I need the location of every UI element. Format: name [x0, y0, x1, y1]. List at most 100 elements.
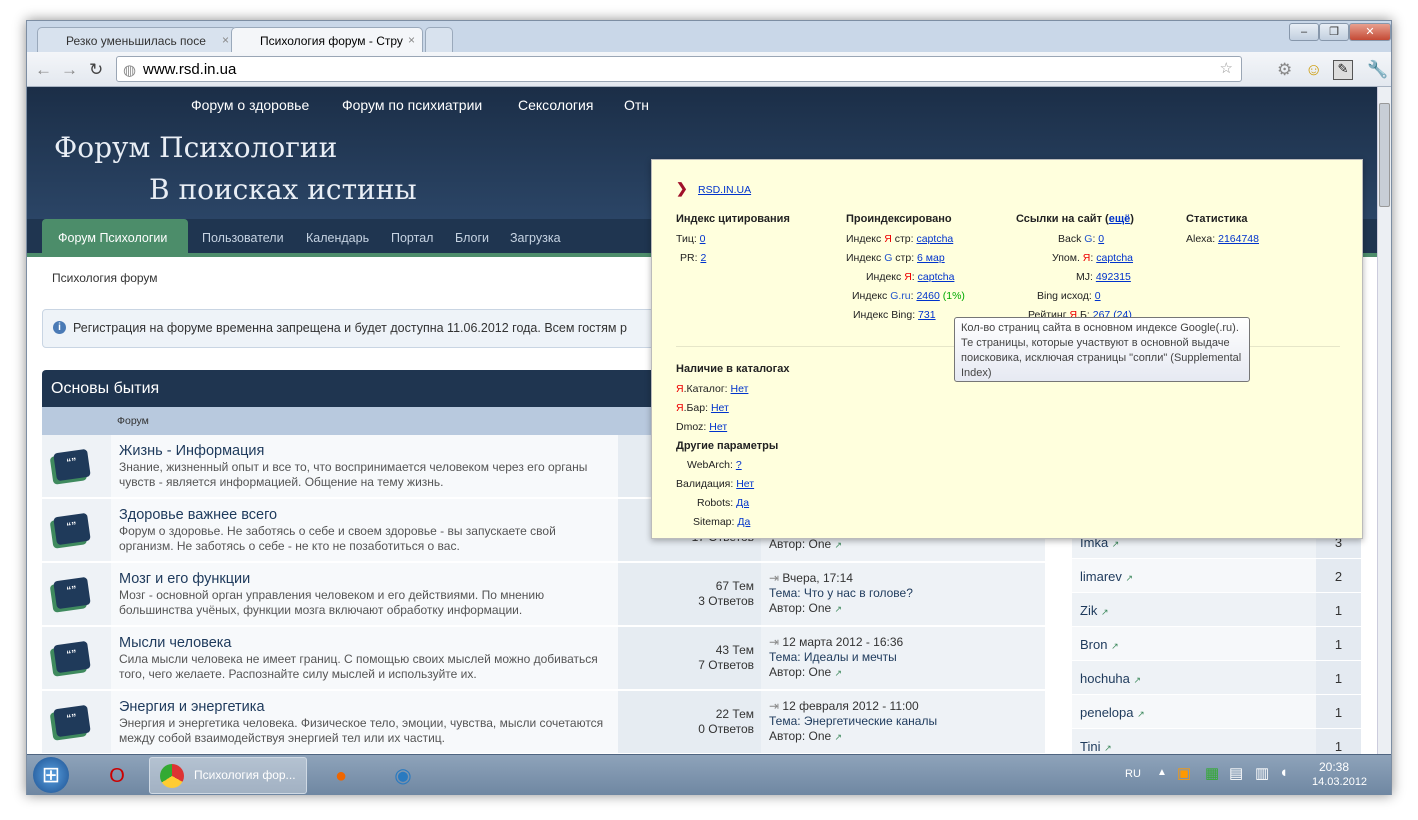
maximize-button[interactable]: ❐	[1319, 23, 1349, 41]
yandex-catalog-value[interactable]: Нет	[731, 383, 749, 395]
forum-name[interactable]: Энергия и энергетика	[119, 699, 610, 715]
rds-extension-icon[interactable]: ✎	[1333, 60, 1353, 80]
yandex-bar-value[interactable]: Нет	[711, 402, 729, 414]
last-post-author[interactable]: Автор: One	[769, 729, 831, 743]
vertical-scrollbar[interactable]	[1377, 87, 1391, 754]
last-post-author[interactable]: Автор: One	[769, 665, 831, 679]
google-ru-value[interactable]: 2460	[916, 290, 939, 302]
external-link-icon: ↗	[1125, 573, 1134, 583]
validation-value[interactable]: Нет	[736, 478, 754, 490]
last-post-author[interactable]: Автор: One	[769, 537, 831, 551]
face-extension-icon[interactable]: ☺	[1305, 60, 1322, 80]
external-link-icon: ↗	[1111, 539, 1120, 549]
user-row: limarev ↗ 2	[1072, 559, 1361, 593]
user-name[interactable]: penelopa	[1080, 705, 1134, 720]
firefox-icon[interactable]: ●	[319, 759, 363, 793]
tab-title: Психология форум - Стру	[260, 34, 403, 48]
network-icon[interactable]: ▥	[1255, 764, 1269, 782]
label: Тиц:	[676, 233, 697, 245]
google-pages-value[interactable]: 6 мар	[917, 252, 945, 264]
last-post-author[interactable]: Автор: One	[769, 601, 831, 615]
topnav-link[interactable]: Сексология	[518, 97, 593, 113]
nav-tab[interactable]: Загрузка	[510, 231, 561, 245]
topnav-link[interactable]: Форум по психиатрии	[342, 97, 482, 113]
user-name[interactable]: Zik	[1080, 603, 1097, 618]
taskbar-label: Психология фор...	[194, 768, 296, 782]
opera-icon[interactable]: O	[95, 759, 139, 793]
close-window-button[interactable]: ✕	[1349, 23, 1391, 41]
user-name[interactable]: hochuha	[1080, 671, 1130, 686]
yandex-pages-value[interactable]: captcha	[916, 233, 953, 245]
close-tab-icon[interactable]: ×	[222, 33, 229, 47]
web-page: Форум о здоровье Форум по психиатрии Сек…	[27, 87, 1377, 754]
alexa-value[interactable]: 2164748	[1218, 233, 1259, 245]
reload-icon[interactable]: ↻	[89, 60, 103, 80]
app-icon[interactable]: ◉	[381, 759, 425, 793]
nav-tab[interactable]: Портал	[391, 231, 433, 245]
back-icon[interactable]: ←	[35, 60, 52, 80]
forum-name[interactable]: Жизнь - Информация	[119, 443, 610, 459]
label: Ссылки на сайт	[1016, 213, 1102, 225]
bing-index-value[interactable]: 731	[918, 309, 936, 321]
forum-name[interactable]: Здоровье важнее всего	[119, 507, 610, 523]
more-link[interactable]: ещё	[1109, 213, 1131, 225]
volume-icon[interactable]: ◖	[1279, 764, 1288, 781]
tray-icon[interactable]: ▤	[1229, 764, 1243, 782]
start-button[interactable]: ⊞	[33, 757, 69, 793]
nav-tab[interactable]: Блоги	[455, 231, 489, 245]
robots-value[interactable]: Да	[736, 497, 749, 509]
goto-icon[interactable]: ⇥	[769, 699, 779, 713]
last-post-topic[interactable]: Тема: Что у нас в голове?	[769, 586, 1037, 601]
user-post-count: 1	[1316, 593, 1361, 626]
backlinks-google-value[interactable]: 0	[1098, 233, 1104, 245]
user-name[interactable]: Tini	[1080, 739, 1100, 754]
forum-name[interactable]: Мозг и его функции	[119, 571, 610, 587]
scrollbar-thumb[interactable]	[1379, 103, 1390, 207]
external-link-icon: ↗	[1133, 675, 1142, 685]
tray-arrow-icon[interactable]: ▲	[1157, 767, 1167, 778]
last-post-topic[interactable]: Тема: Энергетические каналы	[769, 714, 1037, 729]
topnav-link[interactable]: Форум о здоровье	[191, 97, 309, 113]
gear-extension-icon[interactable]: ⚙	[1277, 60, 1292, 80]
wrench-icon[interactable]: 🔧	[1367, 60, 1388, 80]
nav-tab[interactable]: Календарь	[306, 231, 369, 245]
mj-value[interactable]: 492315	[1096, 271, 1131, 283]
tab-active[interactable]: Психология форум - Стру ×	[231, 27, 423, 53]
nav-tab[interactable]: Пользователи	[202, 231, 284, 245]
reply-count: 3 Ответов	[698, 594, 754, 608]
topnav-link[interactable]: Отн	[624, 97, 649, 113]
tray-icon[interactable]: ▣	[1177, 764, 1191, 782]
webarch-value[interactable]: ?	[736, 459, 742, 471]
mentions-value[interactable]: captcha	[1096, 252, 1133, 264]
new-tab-button[interactable]	[425, 27, 453, 53]
goto-icon[interactable]: ⇥	[769, 571, 779, 585]
language-indicator[interactable]: RU	[1125, 768, 1141, 780]
forward-icon[interactable]: →	[61, 60, 78, 80]
forum-name[interactable]: Мысли человека	[119, 635, 610, 651]
pr-value[interactable]: 2	[700, 252, 706, 264]
user-row: Zik ↗ 1	[1072, 593, 1361, 627]
star-icon[interactable]: ☆	[1220, 59, 1233, 77]
site-link[interactable]: RSD.IN.UA	[698, 184, 751, 196]
tab-inactive[interactable]: Резко уменьшилась посе ×	[37, 27, 237, 53]
bing-out-value[interactable]: 0	[1095, 290, 1101, 302]
clock-date[interactable]: 14.03.2012	[1312, 776, 1367, 788]
yandex-index-value[interactable]: captcha	[918, 271, 955, 283]
tic-value[interactable]: 0	[700, 233, 706, 245]
taskbar-chrome-button[interactable]: Психология фор...	[149, 757, 307, 794]
goto-icon[interactable]: ⇥	[769, 635, 779, 649]
nav-tab-active[interactable]: Форум Психологии	[42, 219, 188, 257]
clock-time[interactable]: 20:38	[1319, 760, 1349, 774]
user-name[interactable]: Bron	[1080, 637, 1107, 652]
minimize-button[interactable]: –	[1289, 23, 1319, 41]
sitemap-value[interactable]: Да	[737, 516, 750, 528]
close-tab-icon[interactable]: ×	[408, 33, 415, 47]
user-name[interactable]: limarev	[1080, 569, 1122, 584]
address-bar[interactable]: ◍ www.rsd.in.ua ☆	[116, 56, 1242, 82]
breadcrumb[interactable]: Психология форум	[52, 271, 158, 285]
topic-count: 67 Тем	[715, 579, 754, 593]
tab-title: Резко уменьшилась посе	[66, 34, 206, 48]
dmoz-value[interactable]: Нет	[709, 421, 727, 433]
last-post-topic[interactable]: Тема: Идеалы и мечты	[769, 650, 1037, 665]
tray-icon[interactable]: ▦	[1205, 764, 1219, 782]
